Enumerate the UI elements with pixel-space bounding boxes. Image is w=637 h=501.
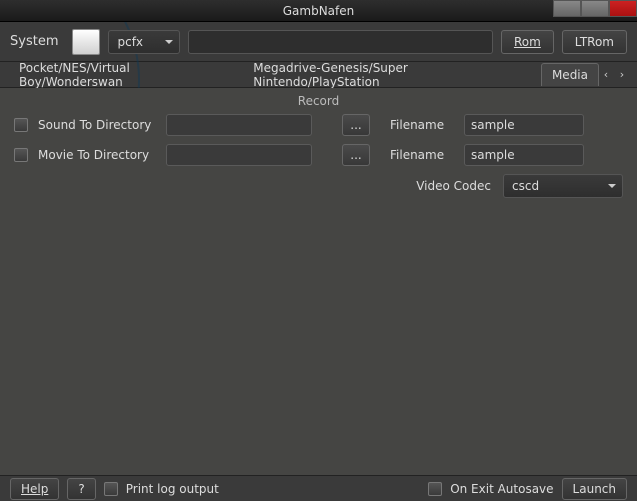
system-icon: [72, 29, 100, 55]
tab-media[interactable]: Media: [541, 63, 599, 86]
tab-nav: ‹ ›: [599, 66, 629, 84]
close-button[interactable]: [609, 0, 637, 17]
movie-filename-label: Filename: [390, 148, 454, 162]
print-log-label: Print log output: [126, 482, 219, 496]
window-controls: [553, 0, 637, 17]
rom-path-field[interactable]: [188, 30, 492, 54]
maximize-button[interactable]: [581, 0, 609, 17]
system-value: pcfx: [117, 35, 143, 49]
print-log-checkbox[interactable]: [104, 482, 118, 496]
movie-dir-input[interactable]: [166, 144, 312, 166]
codec-label: Video Codec: [416, 179, 491, 193]
chevron-down-icon: [608, 184, 616, 188]
movie-browse-button[interactable]: ...: [342, 144, 370, 166]
codec-row: Video Codec cscd: [14, 174, 623, 198]
movie-row: Movie To Directory ... Filename sample: [14, 144, 623, 166]
help-button[interactable]: Help: [10, 478, 59, 500]
launch-button[interactable]: Launch: [562, 478, 627, 500]
sound-label: Sound To Directory: [38, 118, 156, 132]
movie-filename-input[interactable]: sample: [464, 144, 584, 166]
sound-filename-input[interactable]: sample: [464, 114, 584, 136]
window-title: GambNafen: [283, 4, 355, 18]
sound-filename-label: Filename: [390, 118, 454, 132]
titlebar: GambNafen: [0, 0, 637, 22]
tab-prev-button[interactable]: ‹: [599, 66, 613, 84]
system-select[interactable]: pcfx: [108, 30, 180, 54]
chevron-down-icon: [165, 40, 173, 44]
sound-browse-button[interactable]: ...: [342, 114, 370, 136]
codec-select[interactable]: cscd: [503, 174, 623, 198]
codec-value: cscd: [512, 179, 539, 193]
minimize-button[interactable]: [553, 0, 581, 17]
sound-checkbox[interactable]: [14, 118, 28, 132]
movie-checkbox[interactable]: [14, 148, 28, 162]
sound-row: Sound To Directory ... Filename sample: [14, 114, 623, 136]
content-panel: Record Sound To Directory ... Filename s…: [0, 88, 637, 475]
movie-label: Movie To Directory: [38, 148, 156, 162]
system-label: System: [10, 34, 58, 49]
sound-dir-input[interactable]: [166, 114, 312, 136]
ltrom-button[interactable]: LTRom: [562, 30, 627, 54]
record-title: Record: [14, 94, 623, 108]
rom-button[interactable]: Rom: [501, 30, 554, 54]
footer: Help ? Print log output On Exit Autosave…: [0, 475, 637, 501]
tab-bar: Pocket/NES/Virtual Boy/Wonderswan Megadr…: [0, 62, 637, 88]
tab-next-button[interactable]: ›: [615, 66, 629, 84]
autosave-checkbox[interactable]: [428, 482, 442, 496]
help-qmark-button[interactable]: ?: [67, 478, 95, 500]
autosave-label: On Exit Autosave: [450, 482, 553, 496]
